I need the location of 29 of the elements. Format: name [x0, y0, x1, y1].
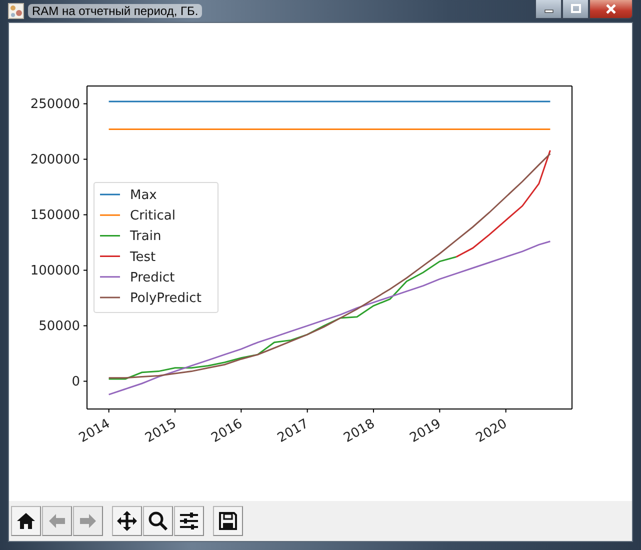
legend-label: Predict: [130, 270, 175, 286]
search-icon: [147, 510, 169, 532]
close-icon: [605, 4, 617, 14]
save-button[interactable]: [213, 506, 243, 536]
tick-label: 50000: [38, 318, 80, 334]
maximize-button[interactable]: [562, 0, 589, 19]
maximize-icon: [570, 4, 580, 14]
legend-label: Max: [130, 188, 157, 203]
tick-label: 150000: [30, 208, 80, 223]
app-icon: [8, 3, 24, 19]
configure-button[interactable]: [174, 506, 204, 536]
legend-label: Test: [130, 250, 156, 265]
legend-label: PolyPredict: [130, 291, 202, 306]
save-icon: [217, 510, 239, 532]
tick-label: 200000: [30, 152, 80, 168]
tick-label: 0: [72, 374, 80, 390]
zoom-button[interactable]: [143, 506, 173, 536]
home-icon: [15, 510, 37, 532]
tick-label: 100000: [30, 263, 80, 278]
sliders-icon: [178, 510, 200, 532]
minimize-button[interactable]: [535, 0, 562, 19]
pan-button[interactable]: [112, 506, 142, 536]
legend-label: Train: [130, 229, 162, 244]
close-button[interactable]: [589, 0, 633, 19]
home-button[interactable]: [11, 506, 41, 536]
move-icon: [116, 510, 138, 532]
tick-label: 250000: [30, 96, 80, 112]
legend-label: Critical: [130, 208, 176, 224]
window-title: RAM на отчетный период, ГБ.: [28, 4, 202, 18]
